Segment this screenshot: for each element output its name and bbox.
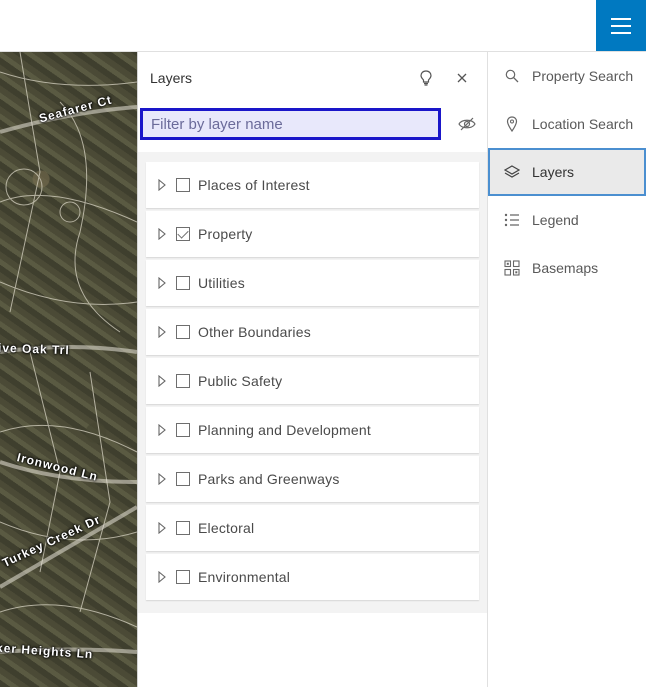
expand-caret-icon[interactable]: [158, 374, 168, 388]
map-street-label: ive Oak Trl: [0, 340, 70, 358]
menu-button[interactable]: [596, 0, 646, 51]
legend-list-icon: [504, 212, 520, 228]
layer-checkbox[interactable]: [176, 325, 190, 339]
layer-item[interactable]: Parks and Greenways: [146, 456, 479, 502]
layer-item[interactable]: Environmental: [146, 554, 479, 600]
layers-panel: Layers Places of Interest: [137, 52, 488, 687]
nav-label: Property Search: [532, 68, 634, 84]
close-button[interactable]: [449, 65, 475, 91]
side-navigation: Property Search Location Search Layers L…: [488, 52, 646, 687]
nav-item-property-search[interactable]: Property Search: [488, 52, 646, 100]
layer-checkbox[interactable]: [176, 570, 190, 584]
toggle-visibility-button[interactable]: [447, 117, 487, 131]
layer-label: Places of Interest: [198, 177, 310, 193]
hamburger-menu-icon-bar: [611, 24, 631, 27]
layer-label: Property: [198, 226, 253, 242]
nav-label: Legend: [532, 212, 579, 228]
expand-caret-icon[interactable]: [158, 570, 168, 584]
layer-checkbox[interactable]: [176, 423, 190, 437]
nav-item-basemaps[interactable]: Basemaps: [488, 244, 646, 292]
expand-caret-icon[interactable]: [158, 325, 168, 339]
expand-caret-icon[interactable]: [158, 276, 168, 290]
filter-row: [138, 104, 487, 144]
layer-item[interactable]: Planning and Development: [146, 407, 479, 453]
map-pin-icon: [504, 116, 520, 132]
panel-header: Layers: [138, 52, 487, 104]
nav-item-layers[interactable]: Layers: [488, 148, 646, 196]
layer-list: Places of Interest Property Utilities Ot…: [138, 152, 487, 613]
layer-checkbox[interactable]: [176, 374, 190, 388]
layer-label: Environmental: [198, 569, 291, 585]
hamburger-menu-icon: [611, 17, 631, 20]
layer-checkbox[interactable]: [176, 227, 190, 241]
nav-item-legend[interactable]: Legend: [488, 196, 646, 244]
layer-item[interactable]: Public Safety: [146, 358, 479, 404]
nav-label: Layers: [532, 164, 575, 180]
panel-title: Layers: [150, 70, 193, 86]
top-bar: [0, 0, 646, 52]
layer-checkbox[interactable]: [176, 276, 190, 290]
nav-item-location-search[interactable]: Location Search: [488, 100, 646, 148]
basemap-grid-icon: [504, 260, 520, 276]
map-view[interactable]: Seafarer Ct ive Oak Trl Ironwood Ln Turk…: [0, 52, 137, 687]
layer-checkbox[interactable]: [176, 472, 190, 486]
hamburger-menu-icon-bar: [611, 31, 631, 34]
nav-label: Basemaps: [532, 260, 599, 276]
layer-checkbox[interactable]: [176, 521, 190, 535]
layer-label: Other Boundaries: [198, 324, 311, 340]
expand-caret-icon[interactable]: [158, 423, 168, 437]
expand-caret-icon[interactable]: [158, 178, 168, 192]
search-icon: [504, 68, 520, 84]
tip-button[interactable]: [413, 65, 439, 91]
expand-caret-icon[interactable]: [158, 227, 168, 241]
layer-item[interactable]: Electoral: [146, 505, 479, 551]
layer-label: Utilities: [198, 275, 245, 291]
expand-caret-icon[interactable]: [158, 521, 168, 535]
layer-item[interactable]: Other Boundaries: [146, 309, 479, 355]
layer-item[interactable]: Places of Interest: [146, 162, 479, 208]
layer-label: Planning and Development: [198, 422, 371, 438]
layer-item[interactable]: Property: [146, 211, 479, 257]
layer-label: Public Safety: [198, 373, 283, 389]
nav-label: Location Search: [532, 116, 634, 132]
eye-off-icon: [458, 117, 476, 131]
layer-label: Parks and Greenways: [198, 471, 340, 487]
expand-caret-icon[interactable]: [158, 472, 168, 486]
close-icon: [457, 73, 467, 83]
layer-item[interactable]: Utilities: [146, 260, 479, 306]
layers-icon: [504, 164, 520, 180]
layer-checkbox[interactable]: [176, 178, 190, 192]
map-roads: [0, 52, 137, 654]
lightbulb-icon: [420, 70, 432, 86]
layer-filter-input[interactable]: [140, 108, 441, 140]
layer-label: Electoral: [198, 520, 255, 536]
